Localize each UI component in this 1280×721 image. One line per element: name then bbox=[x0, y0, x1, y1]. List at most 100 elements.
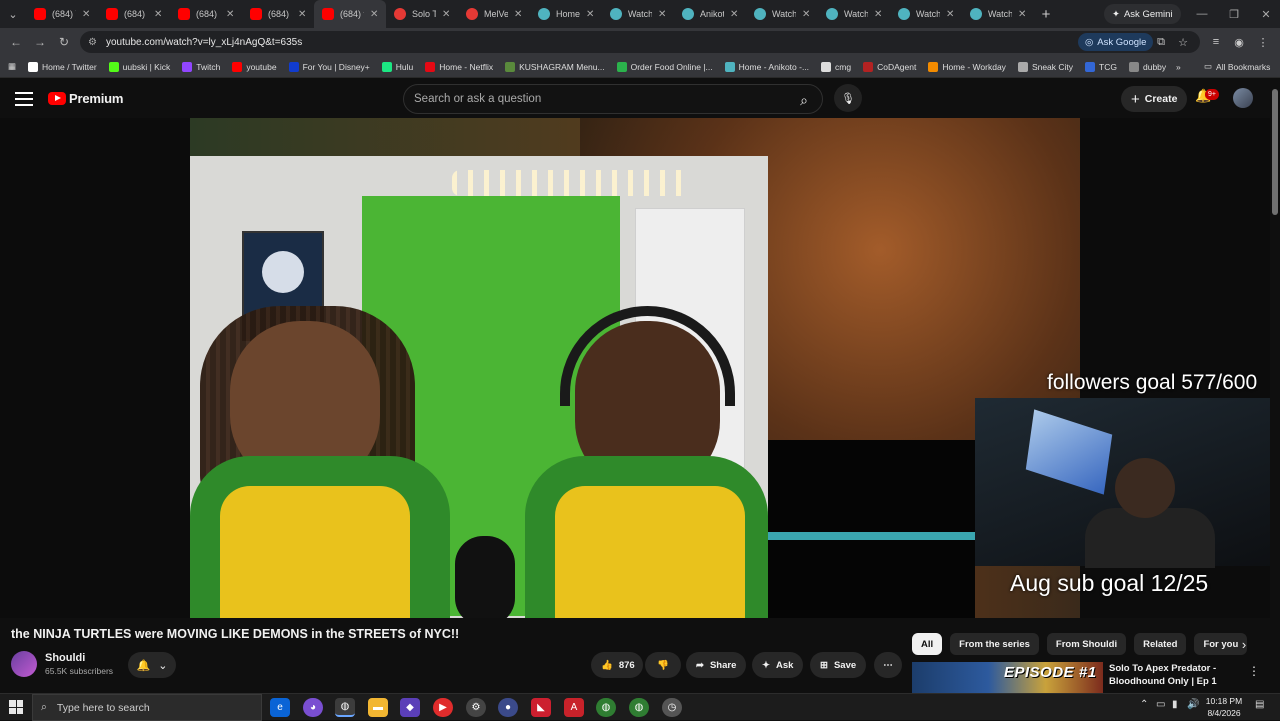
tray-chevron-icon[interactable]: ⌃ bbox=[1140, 699, 1148, 710]
bookmark-item[interactable]: youtube bbox=[226, 61, 282, 72]
obs-icon[interactable]: ● bbox=[498, 698, 518, 717]
minimize-icon[interactable]: — bbox=[1186, 0, 1218, 28]
bookmark-item[interactable]: Sneak City bbox=[1012, 61, 1079, 72]
bookmarks-overflow-chevron[interactable]: » bbox=[1170, 62, 1187, 72]
ask-google-button[interactable]: ◎ Ask Google bbox=[1078, 33, 1154, 51]
windows-start-icon[interactable] bbox=[9, 700, 23, 714]
chrome-icon[interactable]: ◍ bbox=[335, 698, 355, 717]
steam-icon[interactable]: ⚙ bbox=[466, 698, 486, 717]
taskbar-clock[interactable]: 10:18 PM 8/4/2026 bbox=[1200, 695, 1248, 719]
search-input[interactable]: Search or ask a question bbox=[403, 84, 823, 114]
adobe-icon[interactable]: A bbox=[564, 698, 584, 717]
bookmark-star-icon[interactable]: ☆ bbox=[1174, 33, 1192, 51]
notification-center-icon[interactable]: ▤ bbox=[1255, 699, 1264, 710]
like-button[interactable]: 👍 876 bbox=[591, 652, 643, 678]
amd-software-icon[interactable]: ◣ bbox=[531, 698, 551, 717]
tab-search-chevron-icon[interactable]: ⌄ bbox=[0, 0, 26, 28]
scrollbar-thumb[interactable] bbox=[1272, 89, 1278, 215]
bookmark-item[interactable]: Hulu bbox=[376, 61, 419, 72]
tab-close-icon[interactable]: ✕ bbox=[802, 9, 814, 20]
voice-search-mic-icon[interactable]: 🎙 bbox=[834, 84, 862, 112]
apps-grid-icon[interactable]: ▦ bbox=[0, 61, 22, 72]
recommendation-menu-icon[interactable]: ⋮ bbox=[1248, 664, 1260, 678]
media-player-icon[interactable]: ▶ bbox=[433, 698, 453, 717]
bookmark-item[interactable]: CoDAgent bbox=[857, 61, 922, 72]
reload-icon[interactable]: ↻ bbox=[52, 28, 76, 56]
back-arrow-icon[interactable]: ← bbox=[4, 28, 28, 56]
volume-icon[interactable]: 🔊 bbox=[1187, 699, 1199, 710]
browser-tab[interactable]: (684) Y ✕ bbox=[26, 0, 98, 28]
chrome-profile-2-icon[interactable]: ◍ bbox=[629, 698, 649, 717]
tab-close-icon[interactable]: ✕ bbox=[658, 9, 670, 20]
create-button[interactable]: + Create bbox=[1121, 86, 1188, 112]
browser-menu-icon[interactable]: ⋮ bbox=[1254, 33, 1272, 51]
browser-tab[interactable]: MelVe ✕ bbox=[458, 0, 530, 28]
bookmark-item[interactable]: For You | Disney+ bbox=[283, 61, 376, 72]
bookmark-item[interactable]: TCG bbox=[1079, 61, 1123, 72]
subscribed-notifications-button[interactable]: 🔔 ⌄ bbox=[128, 652, 176, 678]
browser-tab[interactable]: Solo To ✕ bbox=[386, 0, 458, 28]
share-button[interactable]: ➦ Share bbox=[686, 652, 747, 678]
mic-tray-icon[interactable]: ▮ bbox=[1172, 699, 1178, 710]
tab-close-icon[interactable]: ✕ bbox=[730, 9, 742, 20]
tab-close-icon[interactable]: ✕ bbox=[370, 9, 382, 20]
bookmark-item[interactable]: cmg bbox=[815, 61, 857, 72]
browser-tab[interactable]: (684) I ✕ bbox=[98, 0, 170, 28]
search-icon[interactable]: ⌕ bbox=[793, 89, 815, 111]
ask-button[interactable]: ✦ Ask bbox=[752, 652, 804, 678]
tab-close-icon[interactable]: ✕ bbox=[298, 9, 310, 20]
site-info-icon[interactable]: ⚙ bbox=[88, 37, 100, 48]
chips-next-arrow-icon[interactable]: › bbox=[1234, 634, 1254, 654]
reading-list-icon[interactable]: ≡ bbox=[1207, 33, 1225, 51]
browser-tab[interactable]: Watch ✕ bbox=[746, 0, 818, 28]
page-scrollbar[interactable] bbox=[1270, 79, 1280, 693]
channel-avatar[interactable] bbox=[11, 651, 37, 677]
bookmark-item[interactable]: Home - Anikoto -... bbox=[719, 61, 815, 72]
all-bookmarks-button[interactable]: ▭ All Bookmarks bbox=[1198, 61, 1276, 72]
profile-icon[interactable]: ◉ bbox=[1230, 33, 1248, 51]
browser-tab[interactable]: Watch ✕ bbox=[602, 0, 674, 28]
bookmark-item[interactable]: Home - Workday bbox=[922, 61, 1012, 72]
file-explorer-icon[interactable]: ▬ bbox=[368, 698, 388, 717]
guide-menu-icon[interactable] bbox=[14, 90, 34, 108]
account-avatar[interactable] bbox=[1233, 88, 1253, 108]
filter-chip[interactable]: All bbox=[912, 633, 943, 655]
bookmark-item[interactable]: Home - Netflix bbox=[419, 61, 499, 72]
install-app-icon[interactable]: ⧉ bbox=[1152, 33, 1170, 51]
browser-tab[interactable]: Watch ✕ bbox=[890, 0, 962, 28]
browser-tab[interactable]: Anikot ✕ bbox=[674, 0, 746, 28]
bookmark-item[interactable]: KUSHAGRAM Menu... bbox=[499, 61, 611, 72]
window-close-icon[interactable]: ✕ bbox=[1250, 0, 1280, 28]
bookmark-item[interactable]: Twitch bbox=[176, 61, 226, 72]
game-launcher-icon[interactable]: ◆ bbox=[400, 698, 420, 717]
channel-name[interactable]: Shouldi bbox=[45, 652, 85, 664]
tab-close-icon[interactable]: ✕ bbox=[586, 9, 598, 20]
new-tab-button[interactable]: + bbox=[1034, 6, 1058, 23]
dislike-button[interactable]: 👎 bbox=[645, 652, 681, 678]
edge-browser-icon[interactable]: e bbox=[270, 698, 290, 717]
tab-close-icon[interactable]: ✕ bbox=[514, 9, 526, 20]
discord-icon[interactable]: ◕ bbox=[303, 698, 323, 717]
filter-chip[interactable]: From Shouldi bbox=[1046, 633, 1127, 655]
save-button[interactable]: ⊞ Save bbox=[810, 652, 867, 678]
browser-tab[interactable]: (684) S ✕ bbox=[242, 0, 314, 28]
url-bar[interactable]: ⚙ youtube.com/watch?v=ly_xLj4nAgQ&t=635s bbox=[80, 31, 1200, 53]
filter-chip[interactable]: From the series bbox=[950, 633, 1039, 655]
ask-gemini-button[interactable]: ✦ Ask Gemini bbox=[1104, 4, 1181, 24]
bookmark-item[interactable]: Order Food Online |... bbox=[611, 61, 719, 72]
tab-close-icon[interactable]: ✕ bbox=[442, 9, 454, 20]
bookmark-item[interactable]: Home / Twitter bbox=[22, 61, 103, 72]
browser-tab[interactable]: Watch ✕ bbox=[818, 0, 890, 28]
filter-chip[interactable]: Related bbox=[1134, 633, 1187, 655]
restore-icon[interactable]: ❐ bbox=[1218, 0, 1250, 28]
tab-close-icon[interactable]: ✕ bbox=[874, 9, 886, 20]
recommendation-thumbnail[interactable]: EPISODE #1 bbox=[912, 662, 1103, 693]
tab-close-icon[interactable]: ✕ bbox=[82, 9, 94, 20]
browser-tab[interactable]: Watch ✕ bbox=[962, 0, 1034, 28]
forward-arrow-icon[interactable]: → bbox=[28, 28, 52, 56]
bookmark-item[interactable]: dubby bbox=[1123, 61, 1172, 72]
more-actions-button[interactable]: ⋯ bbox=[874, 652, 902, 678]
youtube-premium-logo[interactable]: Premium bbox=[48, 91, 123, 106]
browser-tab[interactable]: (684) U ✕ bbox=[170, 0, 242, 28]
tab-close-icon[interactable]: ✕ bbox=[1018, 9, 1030, 20]
